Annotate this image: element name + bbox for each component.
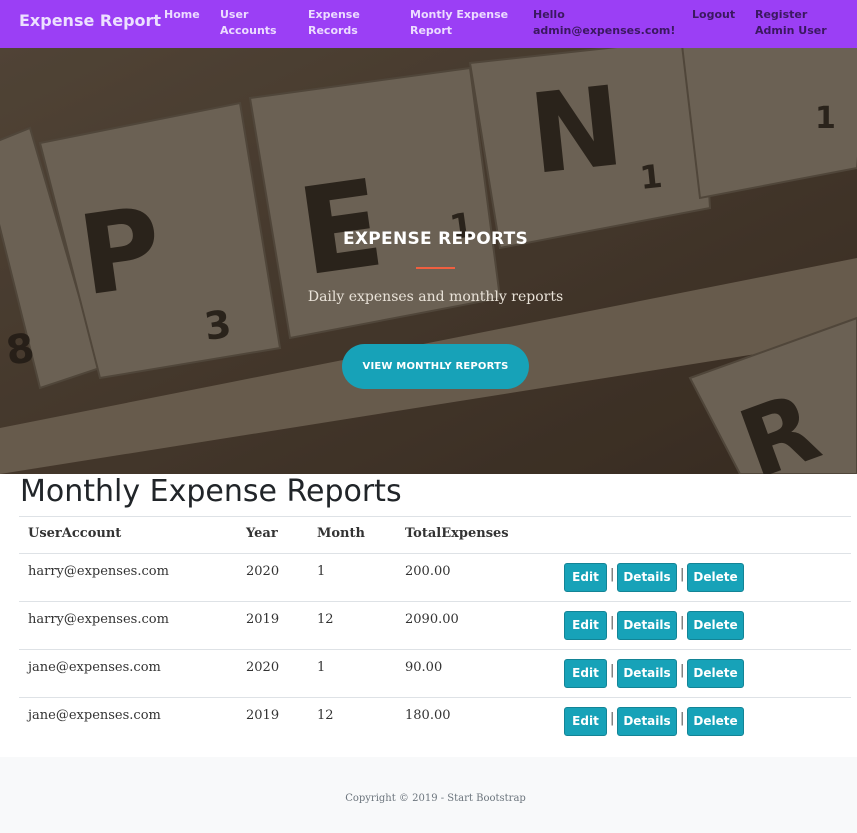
- row-divider: [19, 601, 851, 602]
- action-separator: |: [610, 615, 615, 630]
- details-button[interactable]: Details: [617, 707, 677, 736]
- hero-banner: P 3 E 1 N 1 8 R 1 EXPENSE REPORTS Daily …: [0, 48, 857, 474]
- action-separator: |: [610, 663, 615, 678]
- cell-total-expenses: 200.00: [405, 564, 451, 579]
- action-separator: |: [680, 567, 685, 582]
- edit-button[interactable]: Edit: [564, 659, 607, 688]
- nav-user-accounts-link[interactable]: User Accounts: [220, 7, 282, 39]
- action-separator: |: [680, 663, 685, 678]
- delete-button[interactable]: Delete: [687, 659, 744, 688]
- cell-year: 2019: [246, 612, 280, 627]
- column-header-total-expenses: TotalExpenses: [405, 526, 509, 541]
- cell-user-account: harry@expenses.com: [28, 564, 169, 579]
- cell-user-account: harry@expenses.com: [28, 612, 169, 627]
- row-divider: [19, 697, 851, 698]
- cell-user-account: jane@expenses.com: [28, 708, 161, 723]
- column-header-user-account: UserAccount: [28, 526, 122, 541]
- cell-year: 2020: [246, 660, 280, 675]
- nav-monthly-report-link[interactable]: Montly Expense Report: [410, 7, 510, 39]
- cell-total-expenses: 90.00: [405, 660, 443, 675]
- page-footer: Copyright © 2019 - Start Bootstrap: [0, 757, 857, 833]
- column-header-year: Year: [246, 526, 278, 541]
- top-navbar: Expense Report Home User Accounts Expens…: [0, 0, 857, 48]
- action-separator: |: [680, 615, 685, 630]
- hero-divider: [416, 267, 455, 269]
- edit-button[interactable]: Edit: [564, 707, 607, 736]
- details-button[interactable]: Details: [617, 659, 677, 688]
- nav-expense-records-link[interactable]: Expense Records: [308, 7, 370, 39]
- nav-register-admin-link[interactable]: Register Admin User: [755, 7, 849, 39]
- cell-total-expenses: 180.00: [405, 708, 451, 723]
- cell-month: 1: [317, 564, 326, 579]
- cell-month: 1: [317, 660, 326, 675]
- hero-title: EXPENSE REPORTS: [342, 229, 529, 249]
- copyright-text: Copyright © 2019 - Start Bootstrap: [345, 793, 526, 804]
- page-title: Monthly Expense Reports: [20, 474, 402, 509]
- edit-button[interactable]: Edit: [564, 611, 607, 640]
- delete-button[interactable]: Delete: [687, 563, 744, 592]
- action-separator: |: [680, 711, 685, 726]
- cell-month: 12: [317, 708, 334, 723]
- scrabble-tiles-background: P 3 E 1 N 1 8 R 1: [0, 48, 857, 474]
- row-divider: [19, 649, 851, 650]
- details-button[interactable]: Details: [617, 611, 677, 640]
- nav-logout-link[interactable]: Logout: [692, 7, 735, 23]
- cell-year: 2020: [246, 564, 280, 579]
- cell-total-expenses: 2090.00: [405, 612, 459, 627]
- action-separator: |: [610, 567, 615, 582]
- details-button[interactable]: Details: [617, 563, 677, 592]
- nav-user-greeting-link[interactable]: Hello admin@expenses.com!: [533, 7, 675, 39]
- edit-button[interactable]: Edit: [564, 563, 607, 592]
- cell-user-account: jane@expenses.com: [28, 660, 161, 675]
- nav-home-link[interactable]: Home: [164, 7, 200, 23]
- hero-subtitle: Daily expenses and monthly reports: [307, 289, 564, 305]
- column-header-month: Month: [317, 526, 365, 541]
- delete-button[interactable]: Delete: [687, 611, 744, 640]
- view-monthly-reports-button[interactable]: VIEW MONTHLY REPORTS: [342, 344, 529, 389]
- delete-button[interactable]: Delete: [687, 707, 744, 736]
- header-divider: [19, 553, 851, 554]
- brand-link[interactable]: Expense Report: [19, 11, 161, 30]
- action-separator: |: [610, 711, 615, 726]
- table-top-border: [19, 516, 851, 517]
- cell-year: 2019: [246, 708, 280, 723]
- cell-month: 12: [317, 612, 334, 627]
